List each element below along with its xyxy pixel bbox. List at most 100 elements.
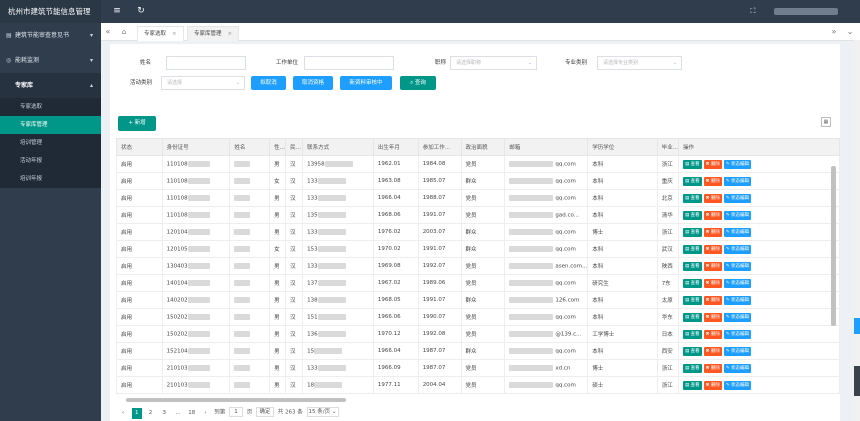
table-row[interactable]: 启用 210103 男汉 133 1966.09 1987.07 党员 xd.cn 博士 浙江 ▤ … — [116, 359, 841, 377]
major-select[interactable]: 请选择专业类别 ⌄ — [597, 56, 682, 70]
tab-expert-select[interactable]: 专家选取 × — [137, 26, 184, 41]
name-input[interactable] — [166, 56, 246, 70]
column-header[interactable]: 出生年月 — [372, 138, 419, 156]
tabs-next-icon[interactable]: » — [827, 23, 841, 41]
column-header[interactable]: 联系方式 — [302, 138, 374, 156]
fullscreen-icon[interactable]: ⛶ — [745, 0, 761, 23]
view-button[interactable]: ▤ 查看 — [682, 244, 702, 254]
close-icon[interactable]: × — [172, 31, 177, 37]
tabs-prev-icon[interactable]: « — [101, 23, 115, 41]
refresh-icon[interactable]: ↻ — [133, 0, 149, 23]
view-button[interactable]: ▤ 查看 — [682, 295, 702, 305]
view-button[interactable]: ▤ 查看 — [682, 312, 702, 322]
column-header[interactable]: 操作 — [677, 138, 841, 156]
close-icon[interactable]: × — [228, 31, 233, 37]
side-float-panel[interactable] — [854, 366, 860, 396]
sidebar-sub-expert-select[interactable]: 专家选取 — [0, 98, 101, 116]
side-float-button[interactable] — [854, 318, 860, 334]
column-header[interactable]: 姓名 — [229, 138, 271, 156]
next-page-icon[interactable]: › — [201, 408, 211, 419]
table-row[interactable]: 启用 110108 男汉 135 1968.06 1991.07 党员 gad.co... 本科… — [116, 206, 841, 224]
edit-status-button[interactable]: ✎ 状态编辑 — [723, 193, 752, 203]
edit-status-button[interactable]: ✎ 状态编辑 — [723, 278, 752, 288]
edit-status-button[interactable]: ✎ 状态编辑 — [723, 329, 752, 339]
sidebar-item-energy-review[interactable]: ▤ 建筑节能审查意见书 ▾ — [0, 23, 101, 48]
table-row[interactable]: 启用 210103 男汉 18 1977.11 2004.04 党员 qq.com 硕士 浙江 ▤ … — [116, 376, 841, 394]
table-row[interactable]: 启用 110108 女汉 133 1963.08 1985.07 群众 qq.com 本科 重庆 ▤… — [116, 172, 841, 190]
column-header[interactable]: 民... — [285, 138, 304, 156]
edit-status-button[interactable]: ✎ 状态编辑 — [723, 261, 752, 271]
page-size-select[interactable]: 15 条/页 ⌄ — [306, 407, 339, 417]
delete-button[interactable]: ✖ 删除 — [703, 363, 722, 373]
view-button[interactable]: ▤ 查看 — [682, 159, 702, 169]
view-button[interactable]: ▤ 查看 — [682, 193, 702, 203]
edit-status-button[interactable]: ✎ 状态编辑 — [723, 210, 752, 220]
tabs-menu-icon[interactable]: ⌄ — [843, 23, 857, 41]
table-row[interactable]: 启用 152104 男汉 15 1966.04 1987.07 群众 qq.com 本科 西安 ▤ … — [116, 342, 841, 360]
sidebar-sub-activity-report[interactable]: 活动年报 — [0, 152, 101, 170]
table-row[interactable]: 启用 110108 男汉 133 1966.04 1988.07 党员 qq.com 本科 北京 ▤… — [116, 189, 841, 207]
table-row[interactable]: 启用 120105 女汉 153 1970.02 1991.07 群众 qq.com 本科 武汉 ▤… — [116, 240, 841, 258]
work-unit-input[interactable] — [304, 56, 394, 70]
sidebar-item-expert-library[interactable]: 专家库 ▴ — [0, 73, 101, 98]
column-header[interactable]: 参加工作... — [417, 138, 462, 156]
prev-page-icon[interactable]: ‹ — [118, 408, 128, 419]
column-header[interactable]: 状态 — [116, 138, 163, 156]
view-button[interactable]: ▤ 查看 — [682, 346, 702, 356]
goto-page-input[interactable]: 1 — [229, 407, 244, 417]
delete-button[interactable]: ✖ 删除 — [703, 278, 722, 288]
delete-button[interactable]: ✖ 删除 — [703, 176, 722, 186]
edit-status-button[interactable]: ✎ 状态编辑 — [723, 346, 752, 356]
page-1[interactable]: 1 — [131, 407, 142, 419]
delete-button[interactable]: ✖ 删除 — [703, 312, 722, 322]
page-2[interactable]: 2 — [146, 408, 156, 419]
menu-icon[interactable]: ≡ — [109, 0, 125, 23]
page-18[interactable]: 18 — [187, 408, 197, 419]
new-review-button[interactable]: 新资料审核中 — [340, 76, 392, 90]
table-row[interactable]: 启用 130403 男汉 133 1969.08 1992.07 党员 asen.com...… — [116, 257, 841, 275]
view-button[interactable]: ▤ 查看 — [682, 227, 702, 237]
delete-button[interactable]: ✖ 删除 — [703, 261, 722, 271]
column-header[interactable]: 身份证号 — [161, 138, 231, 156]
delete-button[interactable]: ✖ 删除 — [703, 295, 722, 305]
user-menu[interactable] — [774, 8, 838, 15]
column-header[interactable]: 毕业... — [656, 138, 679, 156]
view-button[interactable]: ▤ 查看 — [682, 329, 702, 339]
column-header[interactable]: 性... — [269, 138, 287, 156]
edit-status-button[interactable]: ✎ 状态编辑 — [723, 159, 752, 169]
table-row[interactable]: 启用 110108 男汉 13958 1962.01 1984.08 党员 qq.com 本科浙… — [116, 155, 841, 173]
sidebar-item-energy-monitor[interactable]: ◎ 能耗监测 ▾ — [0, 48, 101, 73]
column-header[interactable]: 学历学位 — [587, 138, 658, 156]
query-button[interactable]: ⌕ 查询 — [400, 76, 436, 90]
table-row[interactable]: 启用 140202 男汉 138 1968.05 1991.07 群众 126.com 本科 太原… — [116, 291, 841, 309]
delete-button[interactable]: ✖ 删除 — [703, 227, 722, 237]
column-header[interactable]: 政治面貌 — [460, 138, 506, 156]
table-row[interactable]: 启用 150202 男汉 136 1970.12 1992.08 党员 @139.c... 工学… — [116, 325, 841, 343]
view-button[interactable]: ▤ 查看 — [682, 278, 702, 288]
edit-status-button[interactable]: ✎ 状态编辑 — [723, 363, 752, 373]
table-row[interactable]: 启用 120104 男汉 133 1976.02 2003.07 群众 qq.com 博士 浙江 ▤… — [116, 223, 841, 241]
cancel-qualification-button[interactable]: 取消资格 — [293, 76, 333, 90]
add-button[interactable]: + 新增 — [118, 116, 156, 131]
delete-button[interactable]: ✖ 删除 — [703, 159, 722, 169]
edit-status-button[interactable]: ✎ 状态编辑 — [723, 295, 752, 305]
activity-select[interactable]: 请选择 ⌄ — [161, 76, 245, 90]
window-scrollbar[interactable] — [854, 40, 860, 421]
goto-confirm-button[interactable]: 确定 — [256, 407, 275, 417]
title-select[interactable]: 请选择职称 ⌄ — [450, 56, 537, 70]
home-icon[interactable]: ⌂ — [117, 23, 131, 41]
tab-expert-manage[interactable]: 专家库管理 × — [187, 26, 240, 41]
page-3[interactable]: 3 — [159, 408, 169, 419]
edit-status-button[interactable]: ✎ 状态编辑 — [723, 176, 752, 186]
vertical-scrollbar[interactable] — [831, 166, 836, 326]
edit-status-button[interactable]: ✎ 状态编辑 — [723, 244, 752, 254]
view-button[interactable]: ▤ 查看 — [682, 363, 702, 373]
edit-status-button[interactable]: ✎ 状态编辑 — [723, 227, 752, 237]
cancel-button[interactable]: 拟取消 — [251, 76, 286, 90]
delete-button[interactable]: ✖ 删除 — [703, 329, 722, 339]
horizontal-scrollbar[interactable] — [126, 398, 346, 402]
delete-button[interactable]: ✖ 删除 — [703, 244, 722, 254]
table-row[interactable]: 启用 140104 男汉 137 1967.02 1989.06 党员 qq.com 研究生 7东… — [116, 274, 841, 292]
edit-status-button[interactable]: ✎ 状态编辑 — [723, 312, 752, 322]
delete-button[interactable]: ✖ 删除 — [703, 210, 722, 220]
